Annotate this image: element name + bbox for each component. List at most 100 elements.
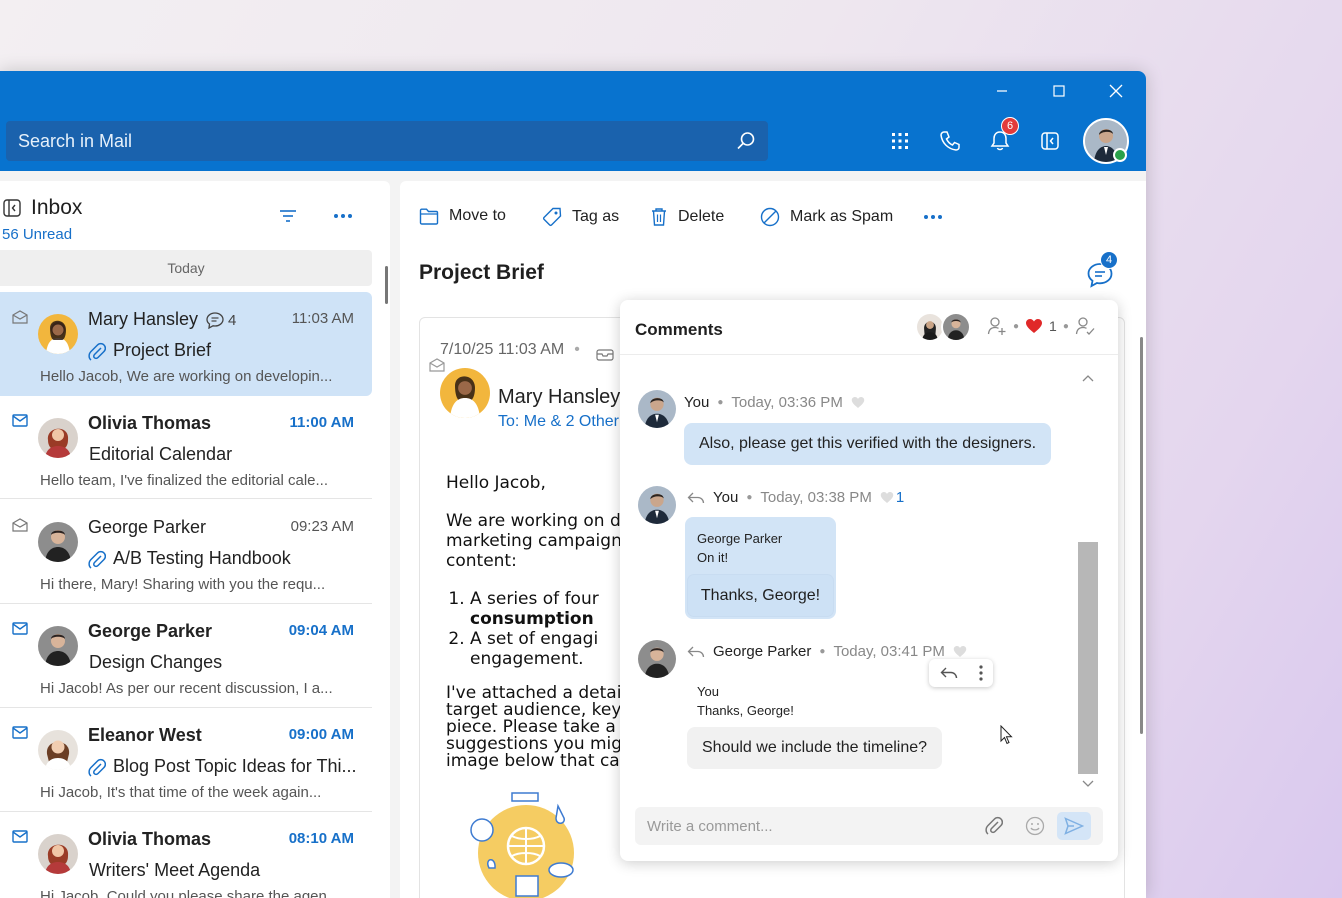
add-person-icon[interactable] [987,316,1007,336]
more-options-icon[interactable] [333,213,353,219]
message-recipients[interactable]: To: Me & 2 Other [498,413,619,431]
envelope-open-icon [12,310,28,324]
more-actions-icon[interactable] [923,214,943,220]
avatar [38,834,78,874]
comment-author: You [684,394,710,411]
avatar [638,640,676,678]
maximize-button[interactable] [1039,79,1079,103]
mail-preview: Hello Jacob, We are working on developin… [40,368,333,385]
comment-count: 4 [206,312,236,329]
mail-sender: Olivia Thomas [88,829,212,849]
mail-subject: Design Changes [89,652,223,672]
mail-time: 09:23 AM [290,518,354,535]
filter-icon[interactable] [279,209,297,223]
envelope-open-icon[interactable] [596,346,614,361]
comment-likes: 1 [895,489,905,506]
avatar [941,312,971,342]
separator-dot: ● [717,397,724,408]
search-input[interactable]: Search in Mail [6,121,768,161]
mail-subject: Blog Post Topic Ideas for Thi... [113,756,357,776]
heart-outline-icon[interactable] [953,645,967,658]
envelope-unread-icon [12,830,28,843]
reply-icon [687,492,705,503]
comments-toggle-button[interactable]: 4 [1086,251,1118,294]
mail-time: 09:04 AM [288,622,354,639]
title-bar: Search in Mail 6 [0,71,1146,171]
heart-icon[interactable] [1025,318,1043,334]
envelope-open-icon [12,518,28,532]
mail-sender: George Parker [88,517,207,537]
tag-as-button[interactable]: Tag as [542,207,619,227]
sidebar-toggle-icon[interactable] [3,199,21,217]
mail-item[interactable]: George Parker 09:04 AM Design Changes Hi… [0,604,372,708]
comment-bubble[interactable]: Also, please get this verified with the … [684,423,1052,465]
separator-dot: ● [1013,320,1020,332]
unread-count[interactable]: 56 Unread [2,226,72,243]
avatar [38,314,78,354]
comments-badge: 4 [1100,251,1118,269]
comment-time: Today, 03:36 PM [731,394,843,411]
side-panel-toggle[interactable] [1034,125,1066,157]
more-vertical-icon[interactable] [978,665,983,681]
comment-bubble[interactable]: Should we include the timeline? [687,727,943,769]
chevron-up-icon[interactable] [1082,374,1094,382]
comment-hover-menu [929,659,993,687]
minimize-button[interactable] [982,79,1022,103]
mail-time: 11:00 AM [289,414,354,431]
paperclip-icon [88,342,106,361]
notifications-button[interactable]: 6 [984,117,1019,157]
phone-icon [940,131,960,151]
comment-time: Today, 03:38 PM [760,489,872,506]
move-to-label: Move to [449,207,506,224]
move-to-button[interactable]: Move to [419,207,506,225]
separator-dot: ● [1062,320,1069,332]
send-button[interactable] [1057,812,1091,840]
heart-outline-icon[interactable] [851,396,865,409]
mail-item[interactable]: Olivia Thomas 08:10 AM Writers' Meet Age… [0,812,372,898]
quoted-text: You Thanks, George! [697,684,794,718]
window-scrollbar[interactable] [1140,337,1143,734]
separator-dot: ● [819,646,826,657]
participants[interactable] [915,312,971,342]
search-icon[interactable] [736,131,756,151]
likes-count: 1 [1049,318,1057,334]
reply-icon[interactable] [940,666,958,680]
comment-meta: You ● Today, 03:36 PM [684,394,865,411]
message-body: Hello Jacob, We are working on d marketin… [446,473,626,788]
mail-item[interactable]: George Parker 09:23 AM A/B Testing Handb… [0,500,372,604]
attach-icon[interactable] [985,816,1003,836]
delete-button[interactable]: Delete [650,207,724,227]
comment-input[interactable]: Write a comment... [635,807,1103,845]
comment-input-placeholder: Write a comment... [647,817,773,835]
mail-list-scrollbar[interactable] [385,266,388,304]
apps-grid-icon [892,133,908,149]
mail-preview: Hi Jacob, Could you please share the age… [40,888,340,898]
quoted-text: George Parker On it! [697,531,783,565]
message-date: 7/10/25 11:03 AM • [440,341,580,358]
quoted-reply[interactable]: George Parker On it! Thanks, George! [685,517,836,619]
mail-time: 11:03 AM [291,310,354,327]
mail-subject: A/B Testing Handbook [113,548,291,568]
block-icon [760,207,780,227]
mail-subject: Writers' Meet Agenda [89,860,261,880]
maximize-icon [1053,85,1065,97]
close-button[interactable] [1096,79,1136,103]
emoji-icon[interactable] [1025,816,1045,836]
comments-tools: ● 1 ● [987,316,1095,336]
mail-item[interactable]: Eleanor West 09:00 AM Blog Post Topic Id… [0,708,372,812]
call-button[interactable] [934,125,966,157]
body-greeting: Hello Jacob, [446,473,546,493]
close-icon [1109,84,1123,98]
mail-item[interactable]: Olivia Thomas 11:00 AM Editorial Calenda… [0,396,372,499]
envelope-open-icon [429,358,445,372]
paperclip-icon [88,758,106,777]
chevron-down-icon[interactable] [1082,780,1094,788]
mark-as-spam-button[interactable]: Mark as Spam [760,207,893,227]
heart-outline-icon[interactable] [880,491,894,504]
scrollbar-thumb[interactable] [1078,542,1098,774]
comments-scrollbar[interactable] [1078,370,1098,795]
avatar [638,486,676,524]
resolve-person-icon[interactable] [1075,316,1095,336]
mail-item[interactable]: Mary Hansley 4 11:03 AM Project Brief Hel… [0,292,372,396]
apps-grid-button[interactable] [884,125,916,157]
